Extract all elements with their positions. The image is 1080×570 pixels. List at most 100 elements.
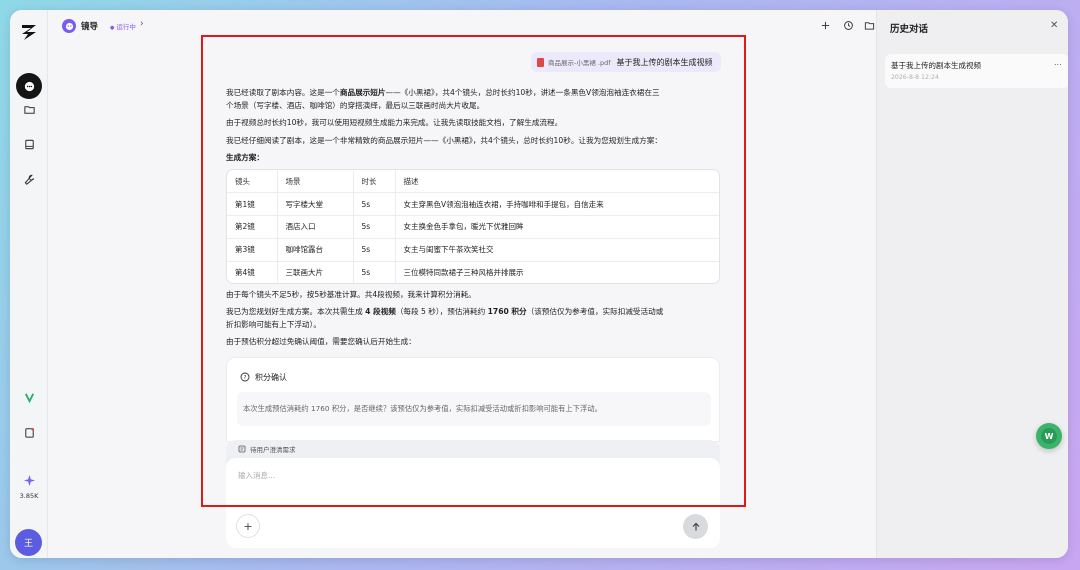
table-row: 第3镜 咖啡馆露台 5s 女主与闺蜜下午茶欢笑社交: [227, 238, 719, 262]
folder-open-icon: [864, 21, 874, 30]
cell-scene: 三联画大片: [277, 261, 354, 283]
confirm-title: 积分确认: [255, 373, 287, 382]
open-folder-button[interactable]: [863, 19, 875, 31]
p5-bold-1: 4 段视频: [365, 307, 396, 316]
wrench-icon: [24, 174, 34, 185]
top-bar: 镜导 运行中 ›: [48, 10, 876, 42]
history-item-title: 基于我上传的剧本生成视频: [891, 61, 981, 70]
add-attachment-button[interactable]: +: [236, 514, 260, 538]
history-clock-icon: [843, 20, 853, 30]
cell-shot: 第2镜: [227, 215, 278, 239]
cell-scene: 咖啡馆露台: [277, 238, 354, 262]
history-title: 历史对话: [890, 24, 929, 35]
nav-folder-button[interactable]: [16, 96, 42, 122]
p1-text-b: ——《小黑裙》，共4个镜头，总时长约10秒，讲述一条黑色V领泡泡袖连衣裙在三: [385, 88, 660, 97]
question-bubble-icon: ?: [240, 372, 250, 382]
cell-description: 三位模特同款裙子三种风格并排展示: [403, 268, 524, 278]
p1-bold: 商品展示短片: [339, 88, 386, 97]
p5-text-b: （每段 5 秒），预估消耗约: [395, 307, 488, 316]
header-shot: 镜头: [227, 170, 278, 194]
app-window: 3.85K 王 镜导 运行中 › 商品展示-小黑裙 .pdf: [10, 10, 1068, 558]
p1-text-a: 我已经读取了剧本内容。这是一个: [226, 88, 340, 97]
composer: 待用户澄清需求 +: [226, 440, 720, 548]
cell-duration: 5s: [353, 215, 396, 239]
nav-library-button[interactable]: [16, 131, 42, 157]
chevron-right-icon[interactable]: ›: [140, 19, 144, 29]
header-description: 描述: [395, 170, 719, 194]
agent-name[interactable]: 镜导: [81, 20, 98, 32]
assistant-paragraph-2: 由于视频总时长约10秒，我可以使用短视频生成能力来完成。让我先读取技能文档，了解…: [226, 118, 563, 127]
book-icon: [24, 139, 34, 149]
confirm-message: 本次生成预估消耗约 1760 积分，是否继续？该预估仅为参考值，实际扣减受活动或…: [237, 392, 711, 426]
cell-duration: 5s: [353, 238, 396, 262]
agent-status: 运行中: [110, 21, 136, 31]
table-header-row: 镜头 场景 时长 描述: [227, 170, 719, 194]
cell-description: 女主穿黑色V领泡泡袖连衣裙，手持咖啡和手提包，自信走来: [395, 192, 719, 217]
assistant-paragraph-4: 由于每个镜头不足5秒，按5秒基准计算。共4段视频，我来计算积分消耗。: [226, 290, 476, 299]
plus-icon: [821, 21, 829, 29]
new-chat-button[interactable]: [819, 19, 831, 31]
cell-scene: 酒店入口: [277, 215, 354, 239]
agent-avatar-icon[interactable]: [62, 19, 76, 33]
left-rail: 3.85K 王: [10, 10, 48, 558]
table-row: 第1镜 写字楼大堂 5s 女主穿黑色V领泡泡袖连衣裙，手持咖啡和手提包，自信走来: [227, 192, 719, 217]
credits-count: 3.85K: [19, 492, 39, 500]
folder-icon: [23, 105, 35, 114]
chat-icon: [24, 81, 34, 91]
floating-assistant-button[interactable]: W: [1036, 423, 1062, 449]
header-scene: 场景: [277, 170, 354, 194]
clipboard-icon: [24, 427, 34, 438]
main-area: 镜导 运行中 › 商品展示-小黑裙 .pdf 基于我上传的剧本生成视频 我已经读…: [48, 10, 876, 558]
credit-confirm-card: ? 积分确认 本次生成预估消耗约 1760 积分，是否继续？该预估仅为参考值，实…: [226, 357, 720, 442]
v-brand-icon: [24, 392, 34, 403]
user-message-bubble: 商品展示-小黑裙 .pdf 基于我上传的剧本生成视频: [531, 52, 721, 72]
more-options-icon[interactable]: ...: [1054, 58, 1062, 67]
chat-thread: 商品展示-小黑裙 .pdf 基于我上传的剧本生成视频 我已经读取了剧本内容。这是…: [226, 42, 721, 442]
cell-shot: 第1镜: [227, 192, 278, 217]
history-panel: 历史对话 ✕ 基于我上传的剧本生成视频 2026-8-8 12:24 ...: [876, 10, 1068, 558]
user-avatar[interactable]: 王: [15, 529, 42, 556]
sparkle-icon: [23, 474, 35, 486]
assistant-paragraph-3: 我已经仔细阅读了剧本，这是一个非常精致的商品展示短片——《小黑裙》，共4个镜头，…: [226, 136, 662, 145]
input-area: +: [226, 458, 720, 548]
p5-bold-2: 1760 积分: [487, 307, 527, 316]
table-row: 第2镜 酒店入口 5s 女主换金色手拿包，暖光下优雅回眸: [227, 215, 719, 239]
header-duration: 时长: [353, 170, 396, 194]
nav-tools-button[interactable]: [16, 166, 42, 192]
float-logo-icon: W: [1041, 428, 1057, 444]
plan-heading: 生成方案：: [226, 153, 264, 162]
history-item[interactable]: 基于我上传的剧本生成视频 2026-8-8 12:24 ...: [885, 54, 1068, 88]
credits-button[interactable]: [16, 467, 42, 493]
p5-text-d: 折扣影响可能有上下浮动）。: [226, 319, 321, 329]
svg-text:?: ?: [244, 375, 247, 381]
pdf-icon: [537, 57, 544, 67]
pending-status: 待用户澄清需求: [238, 444, 296, 454]
p5-text-c: （该预估仅为参考值，实际扣减受活动或: [526, 307, 664, 316]
plan-table: 镜头 场景 时长 描述 第1镜 写字楼大堂 5s 女主穿黑色V领泡泡袖连衣裙，手…: [226, 169, 720, 284]
p5-text-a: 我已为您规划好生成方案。本次共需生成: [226, 307, 366, 316]
cell-description: 女主与闺蜜下午茶欢笑社交: [395, 238, 719, 262]
cell-shot: 第4镜: [227, 261, 278, 283]
message-input[interactable]: [238, 466, 698, 484]
history-item-time: 2026-8-8 12:24: [891, 74, 939, 81]
assistant-paragraph-1: 我已经读取了剧本内容。这是一个商品展示短片——《小黑裙》，共4个镜头，总时长约1…: [226, 87, 720, 112]
app-logo-icon[interactable]: [19, 22, 39, 42]
p1-text-c: 个场景（写字楼、酒店、咖啡馆）的穿搭演绎，最后以三联画时尚大片收尾。: [226, 100, 485, 110]
arrow-up-icon: [692, 522, 699, 530]
pending-label: 待用户澄清需求: [250, 446, 296, 454]
history-button[interactable]: [842, 19, 854, 31]
cell-duration: 5s: [353, 192, 396, 217]
cell-shot: 第3镜: [227, 238, 278, 262]
assistant-paragraph-5: 我已为您规划好生成方案。本次共需生成 4 段视频（每段 5 秒），预估消耗约 1…: [226, 306, 720, 331]
close-icon[interactable]: ✕: [1050, 20, 1058, 31]
edit-note-icon: [238, 445, 246, 453]
nav-brand-button[interactable]: [16, 384, 42, 410]
attachment-name[interactable]: 商品展示-小黑裙 .pdf: [548, 57, 611, 67]
user-message-text: 基于我上传的剧本生成视频: [616, 57, 713, 67]
cell-scene: 写字楼大堂: [277, 192, 354, 217]
nav-tasks-button[interactable]: [16, 419, 42, 445]
assistant-paragraph-6: 由于预估积分超过免确认阈值，需要您确认后开始生成：: [226, 337, 416, 346]
cell-duration: 5s: [353, 261, 396, 283]
cell-description: 女主换金色手拿包，暖光下优雅回眸: [395, 215, 719, 239]
send-button[interactable]: [683, 514, 708, 539]
